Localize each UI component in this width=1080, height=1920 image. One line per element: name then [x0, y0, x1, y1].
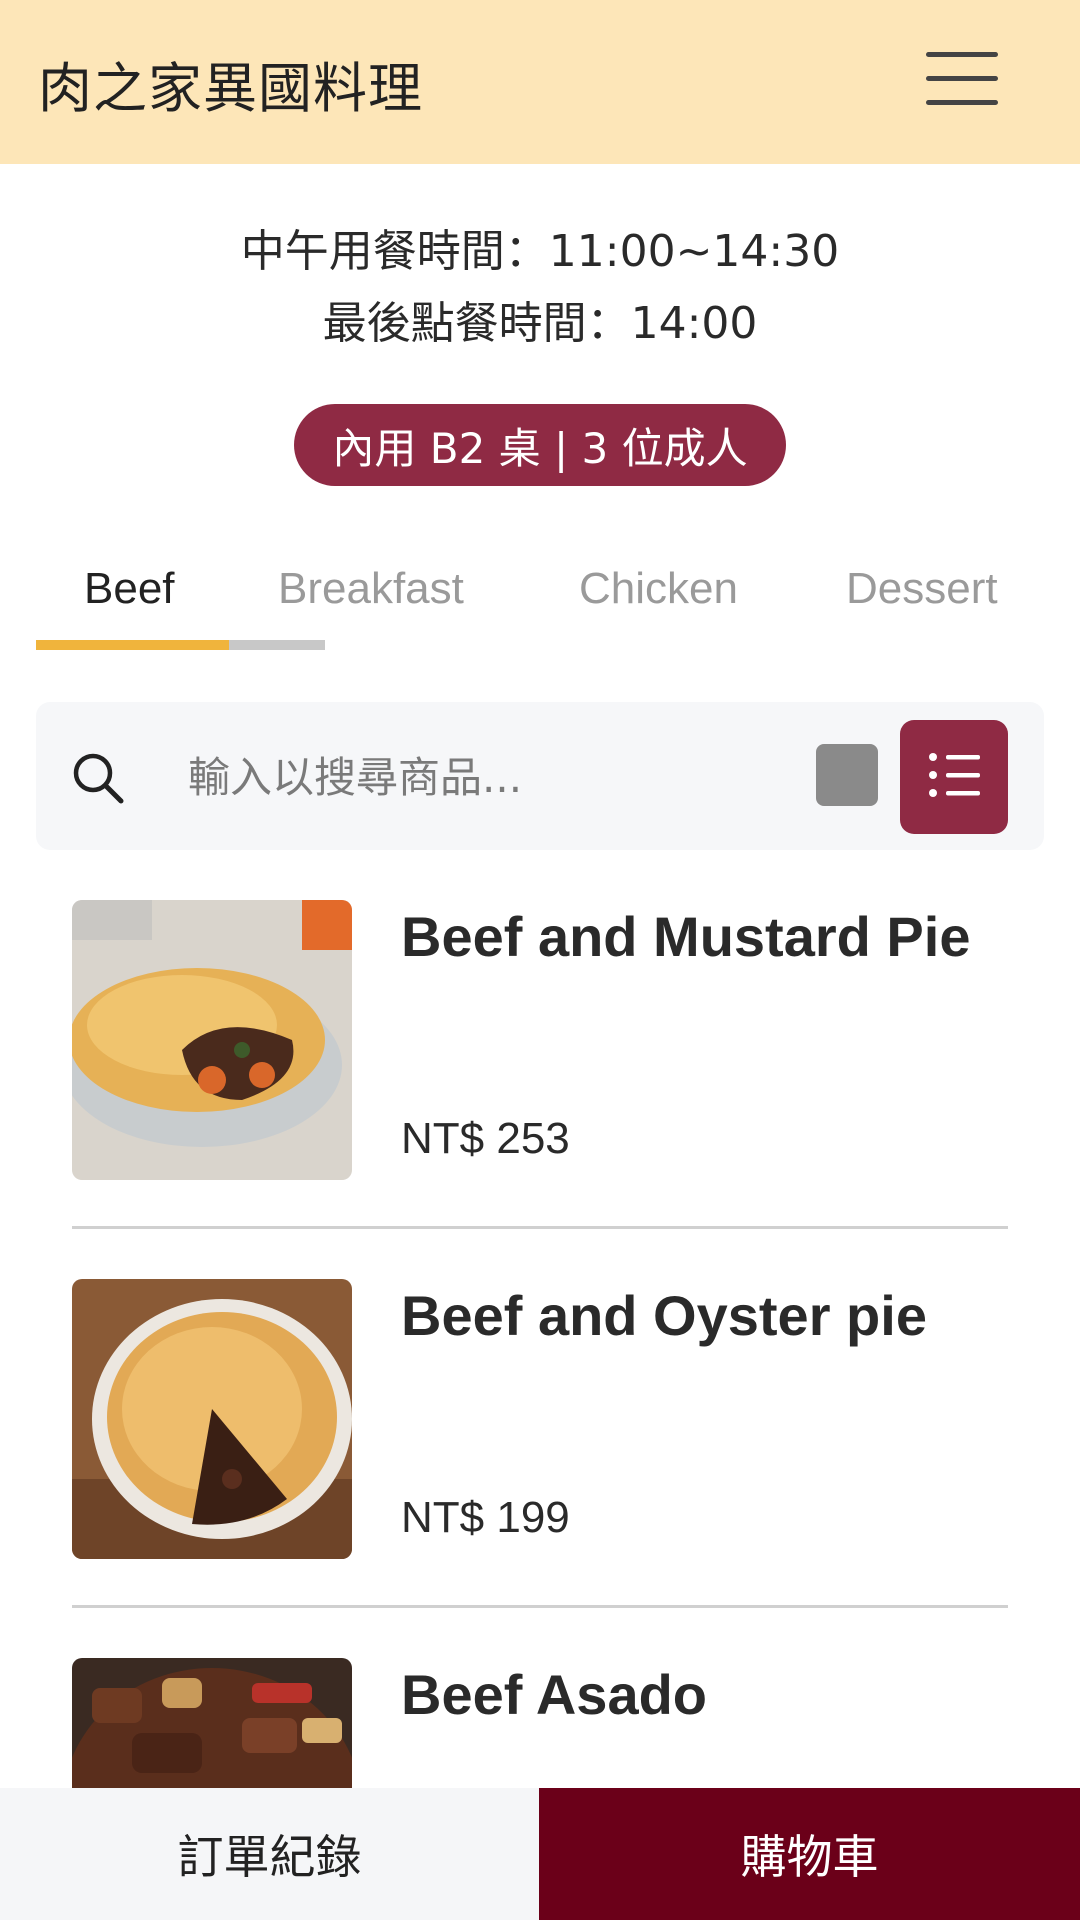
tab-beef[interactable]: Beef: [84, 564, 175, 614]
list-view-button[interactable]: [900, 720, 1008, 834]
last-order-text: 最後點餐時間：14:00: [322, 298, 758, 349]
order-history-button[interactable]: 訂單紀錄: [0, 1788, 539, 1920]
product-item[interactable]: Beef Asado: [72, 1658, 1008, 1788]
product-item[interactable]: Beef and Mustard Pie NT$ 253: [72, 900, 1008, 1220]
hamburger-menu-button[interactable]: [912, 44, 1016, 114]
product-name: Beef Asado: [401, 1663, 708, 1726]
product-image-beef-oyster-pie: [72, 1279, 352, 1559]
hamburger-menu-icon-line: [926, 76, 998, 81]
lunch-hours-text: 中午用餐時間：11:00~14:30: [240, 226, 840, 277]
app-header: 肉之家異國料理: [0, 0, 1080, 164]
tab-breakfast[interactable]: Breakfast: [278, 564, 464, 614]
product-price: NT$ 199: [401, 1493, 570, 1542]
search-icon: [73, 753, 124, 804]
product-divider: [72, 1605, 1008, 1608]
cart-button[interactable]: 購物車: [539, 1788, 1080, 1920]
active-tab-indicator: [36, 640, 229, 650]
opening-hours: 中午用餐時間：11:00~14:30 最後點餐時間：14:00: [0, 216, 1080, 360]
bottom-action-bar: 訂單紀錄 購物車: [0, 1788, 1080, 1920]
search-input[interactable]: [188, 742, 808, 812]
product-image-beef-mustard-pie: [72, 900, 352, 1180]
list-view-icon: [929, 753, 980, 797]
product-name: Beef and Oyster pie: [401, 1284, 927, 1347]
tab-chicken[interactable]: Chicken: [579, 564, 738, 614]
product-name: Beef and Mustard Pie: [401, 905, 971, 968]
hamburger-menu-icon-line: [926, 100, 998, 105]
product-price: NT$ 253: [401, 1114, 570, 1163]
grid-view-button[interactable]: [816, 744, 878, 806]
search-bar: [36, 702, 1044, 850]
table-info-badge: 內用 B2 桌 | 3 位成人: [294, 404, 786, 486]
hamburger-menu-icon: [926, 52, 998, 57]
tab-dessert[interactable]: Dessert: [846, 564, 998, 614]
product-divider: [72, 1226, 1008, 1229]
restaurant-title: 肉之家異國料理: [38, 57, 423, 120]
category-tabs: Beef Breakfast Chicken Dessert: [36, 556, 1080, 656]
product-item[interactable]: Beef and Oyster pie NT$ 199: [72, 1279, 1008, 1599]
product-image-beef-asado: [72, 1658, 352, 1788]
